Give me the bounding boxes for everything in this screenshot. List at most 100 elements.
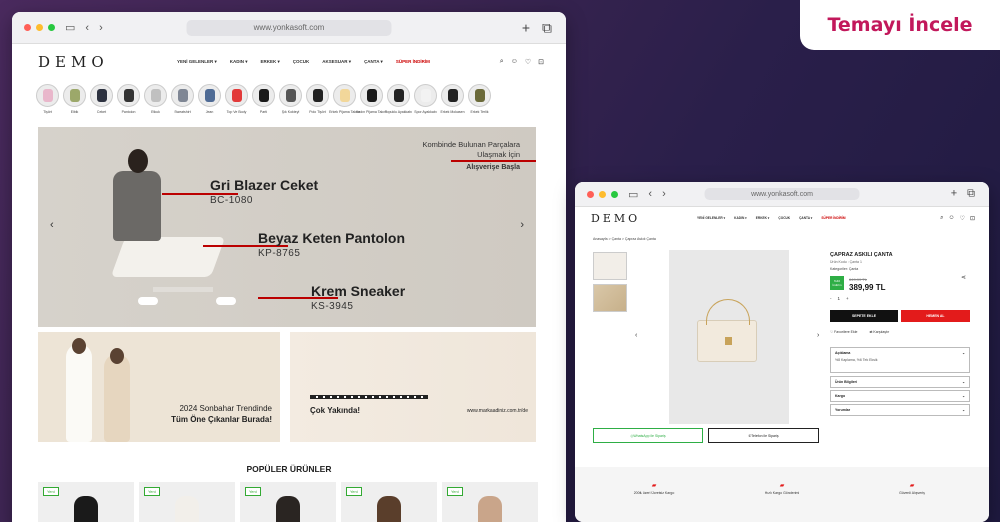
search-icon[interactable]: ⌕ bbox=[940, 215, 943, 222]
maximize-window-button[interactable] bbox=[611, 190, 618, 198]
new-tab-icon[interactable]: + bbox=[951, 188, 957, 201]
accordion-item[interactable]: Kargo ⌄ bbox=[830, 390, 970, 402]
sidebar-toggle-icon[interactable]: ▭ bbox=[628, 188, 638, 201]
nav-item[interactable]: SÜPER İNDİRİM bbox=[396, 59, 430, 65]
category-label: Ceket bbox=[96, 110, 107, 114]
product-card[interactable]: Yeni bbox=[341, 482, 437, 522]
hero-prev-arrow[interactable]: ‹ bbox=[50, 219, 54, 231]
qty-value[interactable]: 1 bbox=[838, 296, 841, 301]
accordion-item[interactable]: Açıklama ⌄ %8 Kaplama, %6 Tek Eksik bbox=[830, 347, 970, 373]
search-icon[interactable]: ⌕ bbox=[500, 58, 504, 66]
user-icon[interactable]: ☺ bbox=[948, 215, 954, 222]
nav-item[interactable]: YENİ GELENLER ▾ bbox=[177, 59, 217, 65]
product-card[interactable]: Yeni bbox=[139, 482, 235, 522]
category-image bbox=[441, 84, 464, 107]
category-item[interactable]: Erkek Mokasen bbox=[440, 84, 465, 114]
nav-item[interactable]: ERKEK ▾ bbox=[756, 216, 770, 220]
nav-item[interactable]: ÇANTA ▾ bbox=[799, 216, 812, 220]
site-logo[interactable]: DEMO bbox=[38, 53, 109, 71]
nav-item[interactable]: AKSESUAR ▾ bbox=[322, 59, 351, 65]
forward-icon[interactable]: › bbox=[99, 22, 103, 34]
breadcrumb[interactable]: Anasayfa > Çanta > Çapraz Askılı Çanta bbox=[593, 237, 656, 241]
nav-item[interactable]: YENİ GELENLER ▾ bbox=[697, 216, 725, 220]
nav-item[interactable]: ÇANTA ▾ bbox=[364, 59, 383, 65]
heart-icon[interactable]: ♡ bbox=[960, 215, 965, 222]
category-label: Pantolon bbox=[121, 110, 136, 114]
nav-item[interactable]: KADIN ▾ bbox=[230, 59, 248, 65]
browser-toolbar: ▭ ‹ › www.yonkasoft.com + ⧉ bbox=[12, 12, 566, 44]
site-logo[interactable]: DEMO bbox=[591, 212, 640, 225]
address-bar[interactable]: www.yonkasoft.com bbox=[704, 188, 860, 200]
hero-cta-link[interactable]: Alışverişe Başla bbox=[466, 164, 520, 171]
category-item[interactable]: Erkek Pijama Takım bbox=[329, 84, 360, 114]
promo-banner-autumn[interactable]: 2024 Sonbahar Trendinde Tüm Öne Çıkanlar… bbox=[38, 332, 280, 442]
category-image bbox=[468, 84, 491, 107]
tabs-overview-icon[interactable]: ⧉ bbox=[542, 19, 552, 36]
address-bar[interactable]: www.yonkasoft.com bbox=[186, 19, 392, 36]
whatsapp-order-button[interactable]: ◎ WhatsApp ile Sipariş bbox=[593, 428, 703, 443]
qty-minus-button[interactable]: - bbox=[830, 296, 832, 301]
hero-next-arrow[interactable]: › bbox=[520, 219, 524, 231]
back-icon[interactable]: ‹ bbox=[85, 22, 89, 34]
theme-badge[interactable]: Temayı İncele bbox=[800, 0, 1000, 50]
nav-item[interactable]: ÇOCUK bbox=[293, 59, 310, 65]
product-thumbnail[interactable] bbox=[593, 284, 627, 312]
close-window-button[interactable] bbox=[587, 190, 594, 198]
promo-banner-coming-soon[interactable]: Çok Yakında! www.markaadiniz.com.tr/de bbox=[290, 332, 536, 442]
category-item[interactable]: Sweatshirt bbox=[171, 84, 194, 114]
category-item[interactable]: Ceket bbox=[90, 84, 113, 114]
product-card[interactable]: Yeni bbox=[38, 482, 134, 522]
buy-now-button[interactable]: HEMEN AL bbox=[901, 310, 970, 322]
nav-item[interactable]: ÇOCUK bbox=[778, 216, 790, 220]
product-card[interactable]: Yeni bbox=[442, 482, 538, 522]
category-item[interactable]: Şık Kokteyl bbox=[279, 84, 302, 114]
cart-icon[interactable]: ⊡ bbox=[970, 215, 975, 222]
category-item[interactable]: Etkuk bbox=[144, 84, 167, 114]
category-item[interactable]: Pantolon bbox=[117, 84, 140, 114]
category-image bbox=[387, 84, 410, 107]
promo-line-1: 2024 Sonbahar Trendinde bbox=[179, 404, 272, 413]
add-to-cart-button[interactable]: SEPETE EKLE bbox=[830, 310, 898, 322]
nav-item[interactable]: SÜPER İNDİRİM bbox=[821, 216, 845, 220]
new-tab-icon[interactable]: + bbox=[522, 19, 530, 36]
cart-icon[interactable]: ⊡ bbox=[538, 58, 544, 66]
minimize-window-button[interactable] bbox=[36, 24, 43, 31]
forward-icon[interactable]: › bbox=[662, 188, 666, 200]
category-item[interactable]: Spor Ayakkabı bbox=[414, 84, 437, 114]
gallery-next-arrow[interactable]: › bbox=[817, 332, 819, 339]
accordion-item[interactable]: Ürün Bilgileri ⌄ bbox=[830, 376, 970, 388]
category-item[interactable]: Jean bbox=[198, 84, 221, 114]
category-item[interactable]: Tişört bbox=[36, 84, 59, 114]
maximize-window-button[interactable] bbox=[48, 24, 55, 31]
gallery-prev-arrow[interactable]: ‹ bbox=[635, 332, 637, 339]
product-thumbnail[interactable] bbox=[593, 252, 627, 280]
accordion-item[interactable]: Yorumlar ⌄ bbox=[830, 404, 970, 416]
nav-item[interactable]: ERKEK ▾ bbox=[261, 59, 280, 65]
back-icon[interactable]: ‹ bbox=[648, 188, 652, 200]
category-item[interactable]: Top Ve Body bbox=[225, 84, 248, 114]
qty-plus-button[interactable]: + bbox=[846, 296, 849, 301]
hero-item-code: KS-3945 bbox=[311, 301, 354, 312]
hero-banner[interactable]: Gri Blazer Ceket BC-1080 Beyaz Keten Pan… bbox=[38, 127, 536, 327]
tabs-overview-icon[interactable]: ⧉ bbox=[967, 188, 975, 201]
category-item[interactable]: Elbik bbox=[63, 84, 86, 114]
nav-item[interactable]: KADIN ▾ bbox=[734, 216, 747, 220]
category-item[interactable]: Polo Tişört bbox=[306, 84, 329, 114]
close-window-button[interactable] bbox=[24, 24, 31, 31]
minimize-window-button[interactable] bbox=[599, 190, 606, 198]
user-icon[interactable]: ☺ bbox=[511, 58, 518, 66]
compare-link[interactable]: ⇄ Karşılaştır bbox=[869, 330, 889, 334]
category-item[interactable]: Topuklu Ayakkabı bbox=[385, 84, 412, 114]
share-icon[interactable]: ⋖ bbox=[961, 274, 966, 281]
accordion-title: Kargo bbox=[835, 394, 846, 398]
category-item[interactable]: Parti bbox=[252, 84, 275, 114]
category-item[interactable]: Erkek Terlik bbox=[468, 84, 491, 114]
add-favorite-link[interactable]: ♡ Favorilere Ekle bbox=[830, 330, 857, 334]
category-label: Kadın Pijama Takım bbox=[355, 110, 388, 114]
phone-order-button[interactable]: ✆ Telefon ile Sipariş bbox=[708, 428, 819, 443]
category-item[interactable]: Kadın Pijama Takım bbox=[356, 84, 387, 114]
product-card[interactable]: Yeni bbox=[240, 482, 336, 522]
sidebar-toggle-icon[interactable]: ▭ bbox=[65, 21, 75, 34]
heart-icon[interactable]: ♡ bbox=[525, 58, 531, 66]
product-main-image[interactable] bbox=[669, 250, 789, 424]
